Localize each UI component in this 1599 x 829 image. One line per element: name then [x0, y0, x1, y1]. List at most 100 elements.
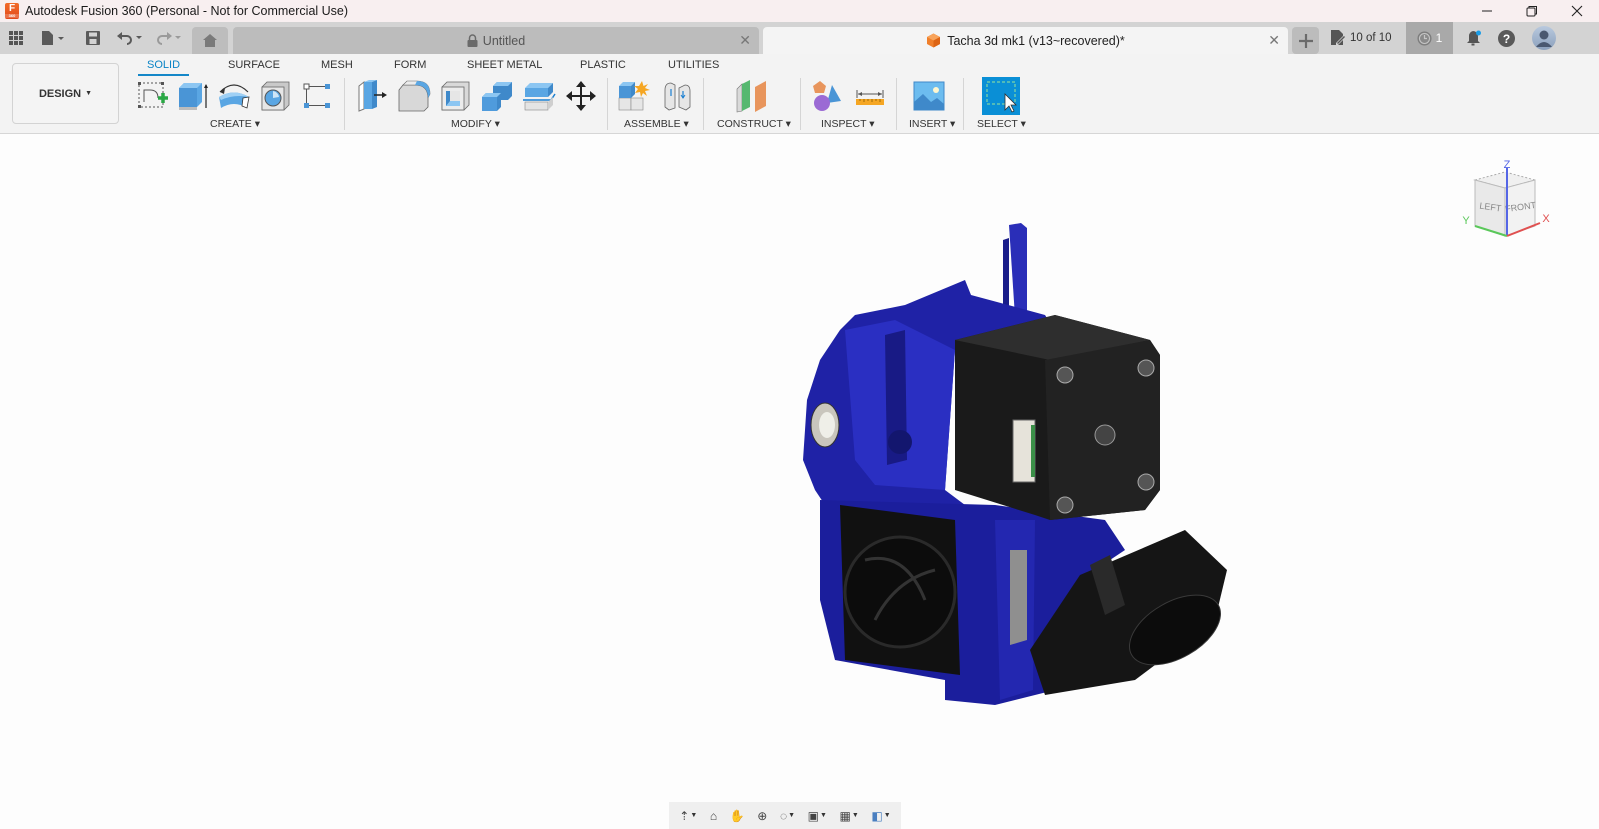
- shell-button[interactable]: [438, 79, 472, 113]
- screw: [1057, 367, 1073, 383]
- tab-label: Untitled: [483, 34, 525, 48]
- close-window-button[interactable]: [1554, 0, 1599, 22]
- group-separator: [344, 78, 345, 130]
- restore-button[interactable]: [1509, 0, 1554, 22]
- workspace-switcher[interactable]: DESIGN ▼: [12, 63, 119, 124]
- fit-button[interactable]: ◌▼: [780, 809, 795, 823]
- data-panel-button[interactable]: [6, 22, 26, 54]
- create-sketch-button[interactable]: [136, 79, 170, 113]
- job-count: 1: [1436, 31, 1443, 45]
- split-body-button[interactable]: [522, 79, 556, 113]
- tab-mesh[interactable]: MESH: [321, 59, 353, 71]
- pan-button[interactable]: ✋: [730, 809, 745, 823]
- minimize-icon: [1481, 5, 1493, 17]
- extrude-button[interactable]: [176, 79, 210, 113]
- plus-icon: [1299, 34, 1313, 48]
- y-axis-label: Y: [1462, 215, 1470, 227]
- z-axis-label: Z: [1504, 159, 1511, 171]
- file-menu-button[interactable]: [38, 22, 68, 54]
- create-sketch-icon: [137, 80, 169, 112]
- look-at-button[interactable]: ⌂: [710, 809, 717, 823]
- versions-button[interactable]: 10 of 10: [1330, 22, 1392, 54]
- revolve-icon: [217, 80, 251, 112]
- redo-button[interactable]: [156, 22, 184, 54]
- tab-utilities[interactable]: UTILITIES: [668, 59, 719, 71]
- version-count: 10 of 10: [1350, 32, 1392, 44]
- zoom-button[interactable]: ⊕: [757, 809, 767, 823]
- select-menu[interactable]: SELECT ▾: [977, 118, 1026, 130]
- window-select-icon: [983, 78, 1019, 114]
- close-tab-button[interactable]: ✕: [1268, 32, 1280, 49]
- combine-button[interactable]: [480, 79, 514, 113]
- clock-icon: [1417, 31, 1432, 46]
- viewports-icon: ◧: [871, 809, 882, 823]
- viewports-button[interactable]: ◧▼: [871, 809, 890, 823]
- move-copy-button[interactable]: [564, 79, 598, 113]
- inspect-menu[interactable]: INSPECT ▾: [821, 118, 875, 130]
- file-icon: [40, 30, 66, 46]
- group-separator: [963, 78, 964, 130]
- active-tab-indicator: [138, 74, 189, 76]
- fit-icon: ◌: [780, 809, 787, 823]
- pan-hand-icon: ✋: [730, 809, 745, 823]
- job-status-button[interactable]: 1: [1406, 22, 1453, 54]
- grid-snaps-button[interactable]: ▦▼: [839, 809, 858, 823]
- construct-menu[interactable]: CONSTRUCT ▾: [717, 118, 791, 130]
- view-cube[interactable]: LEFT FRONT Z Y X: [1455, 158, 1555, 248]
- measure-button[interactable]: [853, 79, 887, 113]
- display-settings-button[interactable]: ▣▼: [808, 809, 827, 823]
- assemble-menu[interactable]: ASSEMBLE ▾: [624, 118, 689, 130]
- insert-menu[interactable]: INSERT ▾: [909, 118, 955, 130]
- close-tab-button[interactable]: ✕: [739, 32, 751, 49]
- user-avatar-icon: [1532, 26, 1556, 50]
- group-separator: [800, 78, 801, 130]
- tab-sheet-metal[interactable]: SHEET METAL: [467, 59, 542, 71]
- tab-solid[interactable]: SOLID: [147, 59, 180, 71]
- window-select-button[interactable]: [982, 77, 1020, 115]
- grid-icon: ▦: [839, 809, 850, 823]
- press-pull-button[interactable]: [356, 79, 390, 113]
- combine-icon: [480, 80, 514, 112]
- hole-button[interactable]: [258, 79, 292, 113]
- lock-icon: [467, 34, 478, 47]
- fillet-button[interactable]: [397, 79, 431, 113]
- home-tab[interactable]: [192, 27, 228, 54]
- undo-button[interactable]: [116, 22, 144, 54]
- orbit-button[interactable]: ⇡▼: [679, 809, 697, 823]
- joint-button[interactable]: [660, 79, 694, 113]
- help-button[interactable]: ?: [1490, 22, 1522, 54]
- notifications-button[interactable]: [1458, 22, 1490, 54]
- joint-icon: [661, 80, 693, 112]
- heatsink-fins: [1010, 550, 1027, 645]
- create-menu[interactable]: CREATE ▾: [210, 118, 260, 130]
- profile-avatar[interactable]: [1522, 22, 1566, 54]
- tab-tacha-3d-mk1[interactable]: Tacha 3d mk1 (v13~recovered)* ✕: [763, 27, 1288, 54]
- new-tab-button[interactable]: [1292, 27, 1319, 54]
- fusion-logo-icon: F360: [5, 3, 19, 19]
- save-button[interactable]: [84, 22, 102, 54]
- tab-surface[interactable]: SURFACE: [228, 59, 280, 71]
- offset-plane-button[interactable]: [734, 79, 768, 113]
- help-icon: ?: [1498, 30, 1515, 47]
- extrude-icon: [177, 80, 209, 112]
- display-component-colors-button[interactable]: [810, 79, 844, 113]
- tab-plastic[interactable]: PLASTIC: [580, 59, 626, 71]
- pattern-button[interactable]: [300, 79, 334, 113]
- window-title: Autodesk Fusion 360 (Personal - Not for …: [25, 4, 348, 18]
- extruder-assembly-model[interactable]: [795, 220, 1235, 710]
- revolve-button[interactable]: [217, 79, 251, 113]
- chevron-down-icon: ▼: [85, 90, 92, 97]
- tab-form[interactable]: FORM: [394, 59, 426, 71]
- look-at-icon: ⌂: [710, 809, 717, 823]
- group-separator: [607, 78, 608, 130]
- component-cube-icon: [926, 33, 941, 48]
- filament-sensor-post: [1009, 223, 1027, 317]
- workspace-label: DESIGN: [39, 88, 81, 100]
- new-component-button[interactable]: [617, 79, 651, 113]
- minimize-button[interactable]: [1464, 0, 1509, 22]
- x-axis-label: X: [1542, 213, 1550, 225]
- tab-untitled[interactable]: Untitled ✕: [233, 27, 759, 54]
- insert-image-button[interactable]: [912, 79, 946, 113]
- redo-icon: [156, 30, 184, 46]
- modify-menu[interactable]: MODIFY ▾: [451, 118, 500, 130]
